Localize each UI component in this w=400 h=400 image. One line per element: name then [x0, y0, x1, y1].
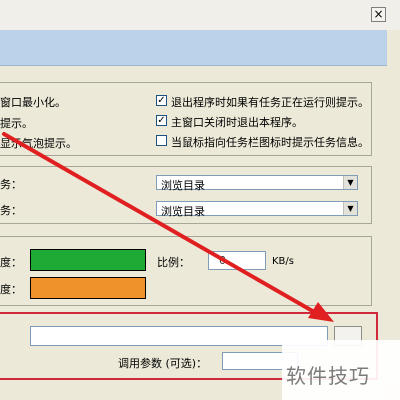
watermark: 软件技巧 [282, 340, 400, 400]
watermark-text: 软件技巧 [286, 364, 370, 388]
